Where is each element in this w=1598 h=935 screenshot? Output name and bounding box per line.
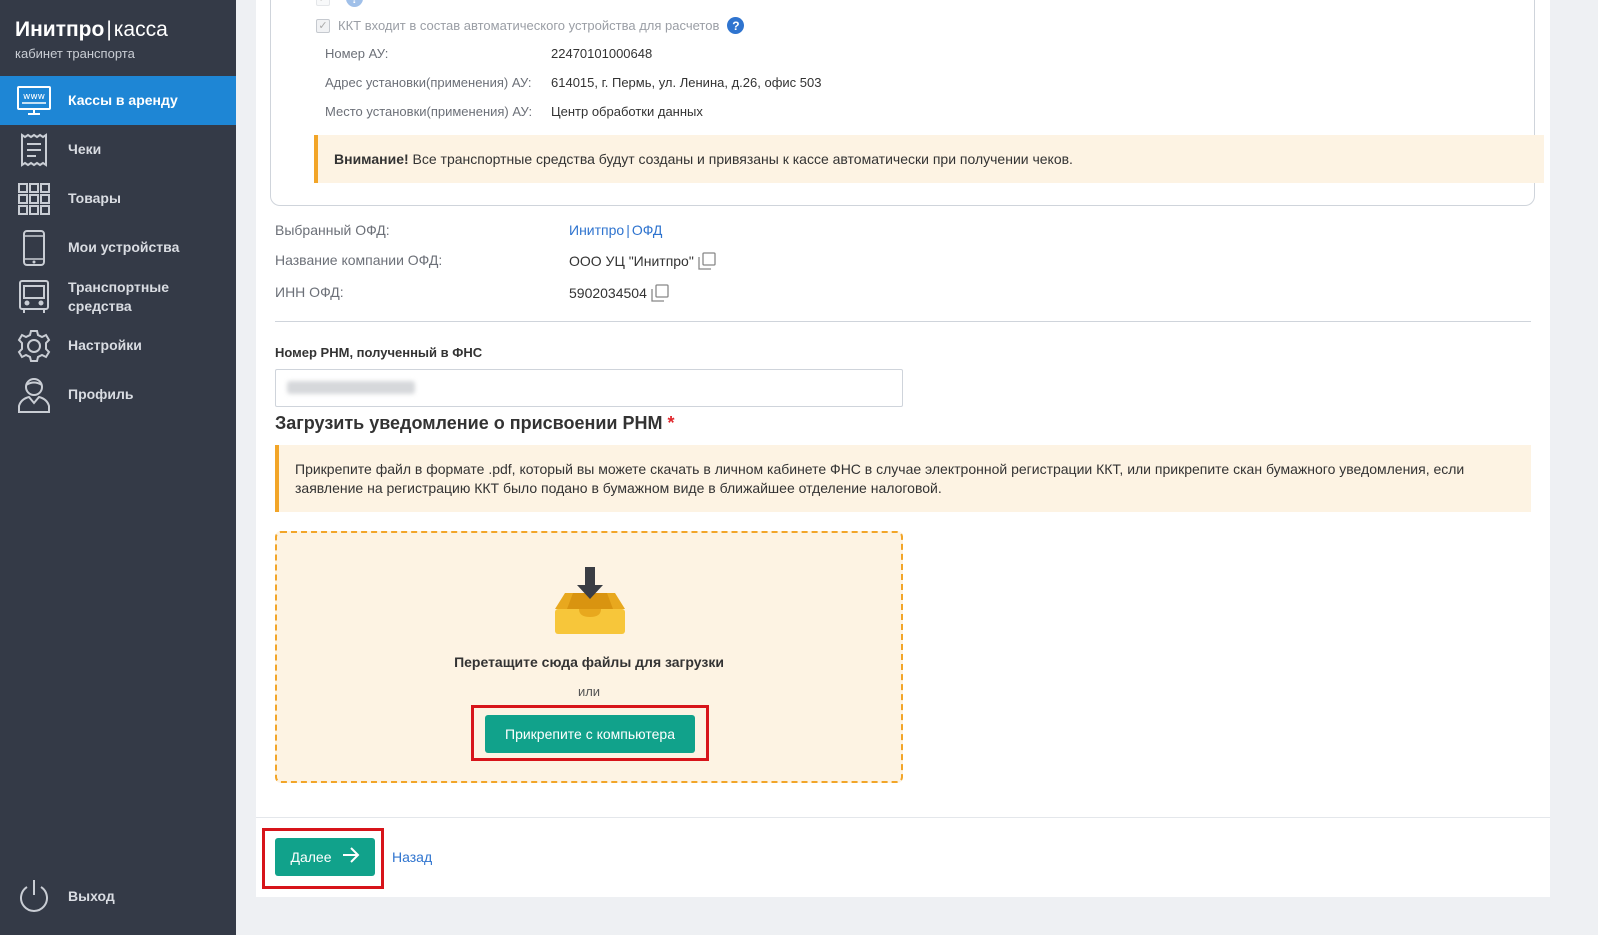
sidebar-item-settings[interactable]: Настройки [0,321,236,370]
logout-button[interactable]: Выход [0,874,236,918]
ofd-selected-label: Выбранный ОФД: [275,222,390,238]
au-number-label: Номер АУ: [325,46,389,61]
user-icon [16,377,52,413]
au-settings-box: ✓ ? ✓ ККТ входит в состав автоматическог… [270,0,1544,206]
sidebar-item-vehicles[interactable]: Транспортные средства [0,272,236,321]
checkbox: ✓ [316,0,330,6]
footer-divider [256,817,1550,818]
logout-label: Выход [68,887,115,904]
vehicles-warning: Внимание! Все транспортные средства буду… [314,135,1544,183]
upload-info: Прикрепите файл в формате .pdf, который … [275,445,1531,512]
help-icon: ? [346,0,363,7]
power-icon [16,878,52,914]
sidebar-item-label: Мои устройства [68,239,180,255]
au-address-label: Адрес установки(применения) АУ: [325,75,532,90]
next-button[interactable]: Далее [275,838,375,876]
au-checkbox-label: ККТ входит в состав автоматического устр… [338,18,720,33]
app-logo[interactable]: Инитпро|касса кабинет транспорта [15,18,168,61]
ofd-inn-label: ИНН ОФД: [275,284,344,300]
rnm-label: Номер РНМ, полученный в ФНС [275,345,483,360]
divider [275,321,1531,322]
ofd-link[interactable]: Инитпро [569,222,624,238]
ofd-company-value-wrap: ООО УЦ "Инитпро" [569,252,716,270]
gear-icon [16,328,52,364]
required-mark: * [667,413,675,433]
next-button-label: Далее [290,849,332,865]
www-monitor-icon: www [16,83,52,119]
sidebar-item-rent-registers[interactable]: www Кассы в аренду [0,76,236,125]
sidebar-item-profile[interactable]: Профиль [0,370,236,419]
ofd-inn-value-wrap: 5902034504 [569,284,669,302]
sidebar-item-label: Транспортные средства [68,278,170,314]
sidebar-item-receipts[interactable]: Чеки [0,125,236,174]
phone-icon [16,229,52,266]
file-dropzone[interactable]: Перетащите сюда файлы для загрузки или П… [275,531,903,783]
au-place-value: Центр обработки данных [551,104,703,119]
au-checkbox-row[interactable]: ✓ ККТ входит в состав автоматического ус… [316,17,745,34]
sidebar-item-label: Настройки [68,337,142,353]
receipt-icon [16,132,52,168]
upload-title: Загрузить уведомление о присвоении РНМ * [275,413,675,433]
sidebar-item-devices[interactable]: Мои устройства [0,223,236,272]
inbox-download-icon [553,565,627,635]
attach-from-computer-button[interactable]: Прикрепите с компьютера [485,715,695,753]
arrow-right-icon [342,846,360,868]
sidebar-item-label: Чеки [68,141,102,157]
warning-title: Внимание! [334,151,409,167]
main-content: ✓ ? ✓ ККТ входит в состав автоматическог… [256,0,1550,897]
app-subtitle: кабинет транспорта [15,46,135,61]
drop-text: Перетащите сюда файлы для загрузки [454,654,724,670]
ofd-inn-value: 5902034504 [569,285,647,301]
or-text: или [577,684,601,699]
partial-row: ✓ ? [316,0,363,7]
ofd-selected-value[interactable]: Инитпро | ОФД [569,222,662,238]
svg-text:www: www [23,92,45,102]
bus-icon [16,279,52,315]
help-icon[interactable]: ? [727,17,745,34]
au-number-value: 22470101000648 [551,46,653,61]
copy-icon[interactable] [651,284,669,302]
sidebar-item-label: Кассы в аренду [68,92,178,108]
sidebar-item-goods[interactable]: Товары [0,174,236,223]
rnm-value-redacted [287,381,415,394]
au-place-label: Место установки(применения) АУ: [325,104,533,119]
back-link[interactable]: Назад [392,849,432,865]
copy-icon[interactable] [698,252,716,270]
ofd-company-value: ООО УЦ "Инитпро" [569,253,694,269]
sidebar: Инитпро|касса кабинет транспорта www Кас… [0,0,236,935]
sidebar-item-label: Товары [68,190,121,206]
warning-text: Все транспортные средства будут созданы … [408,151,1073,167]
ofd-company-label: Название компании ОФД: [275,252,443,268]
app-title: Инитпро|касса [15,18,168,41]
grid-icon [16,181,52,217]
au-checkbox[interactable]: ✓ [316,18,330,33]
sidebar-item-label: Профиль [68,386,134,402]
au-address-value: 614015, г. Пермь, ул. Ленина, д.26, офис… [551,75,822,90]
scrollbar-area [1554,0,1598,935]
